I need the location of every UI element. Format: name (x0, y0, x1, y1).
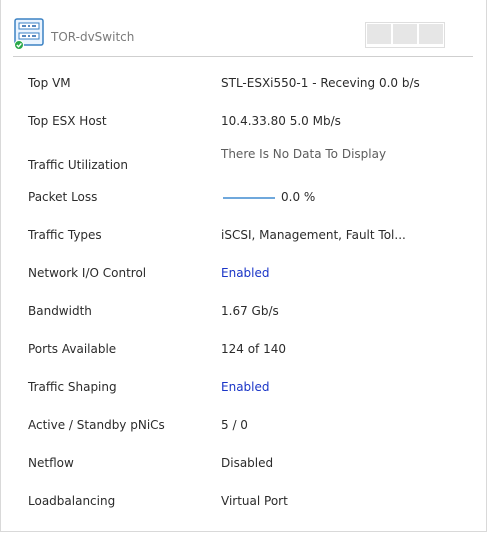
label-active-standby-pnics: Active / Standby pNiCs (28, 418, 165, 432)
value-bandwidth: 1.67 Gb/s (221, 304, 279, 318)
row-top-vm: Top VM STL-ESXi550-1 - Receving 0.0 b/s (28, 62, 478, 100)
label-traffic-utilization: Traffic Utilization (28, 158, 128, 172)
value-active-standby-pnics: 5 / 0 (221, 418, 248, 432)
value-top-esx-host: 10.4.33.80 5.0 Mb/s (221, 114, 341, 128)
row-traffic-types: Traffic Types iSCSI, Management, Fault T… (28, 214, 478, 252)
row-bandwidth: Bandwidth 1.67 Gb/s (28, 290, 478, 328)
distributed-switch-icon (13, 18, 45, 50)
label-top-vm: Top VM (28, 76, 71, 90)
label-ports-available: Ports Available (28, 342, 117, 356)
value-packet-loss-wrap: 0.0 % (221, 190, 315, 204)
panel-header: TOR-dvSwitch (13, 18, 473, 57)
value-traffic-types: iSCSI, Management, Fault Tol... (221, 228, 406, 242)
switch-name-title: TOR-dvSwitch (51, 30, 135, 44)
row-traffic-utilization: Traffic Utilization There Is No Data To … (28, 138, 478, 176)
dvswitch-summary-panel: TOR-dvSwitch Top VM STL-ESXi550-1 - Rece… (0, 0, 487, 532)
row-active-standby-pnics: Active / Standby pNiCs 5 / 0 (28, 404, 478, 442)
row-ports-available: Ports Available 124 of 140 (28, 328, 478, 366)
row-packet-loss: Packet Loss 0.0 % (28, 176, 478, 214)
toolbar-button-2[interactable] (393, 24, 417, 44)
label-top-esx-host: Top ESX Host (28, 114, 107, 128)
panel-toolbar (365, 22, 445, 48)
label-loadbalancing: Loadbalancing (28, 494, 116, 508)
network-io-control-link[interactable]: Enabled (221, 266, 270, 280)
value-packet-loss: 0.0 % (281, 190, 316, 204)
row-netflow: Netflow Disabled (28, 442, 478, 480)
row-top-esx-host: Top ESX Host 10.4.33.80 5.0 Mb/s (28, 100, 478, 138)
value-traffic-utilization: There Is No Data To Display (221, 147, 387, 161)
label-traffic-shaping: Traffic Shaping (28, 380, 117, 394)
value-ports-available: 124 of 140 (221, 342, 287, 356)
label-packet-loss: Packet Loss (28, 190, 98, 204)
toolbar-button-3[interactable] (419, 24, 443, 44)
value-loadbalancing: Virtual Port (221, 494, 288, 508)
label-bandwidth: Bandwidth (28, 304, 92, 318)
row-traffic-shaping: Traffic Shaping Enabled (28, 366, 478, 404)
label-netflow: Netflow (28, 456, 74, 470)
property-list: Top VM STL-ESXi550-1 - Receving 0.0 b/s … (28, 62, 478, 518)
traffic-shaping-link[interactable]: Enabled (221, 380, 270, 394)
label-traffic-types: Traffic Types (28, 228, 102, 242)
packet-loss-sparkline (223, 196, 275, 199)
row-loadbalancing: Loadbalancing Virtual Port (28, 480, 478, 518)
row-network-io-control: Network I/O Control Enabled (28, 252, 478, 290)
value-top-vm: STL-ESXi550-1 - Receving 0.0 b/s (221, 76, 420, 90)
toolbar-button-1[interactable] (367, 24, 391, 44)
value-netflow: Disabled (221, 456, 274, 470)
label-network-io-control: Network I/O Control (28, 266, 147, 280)
